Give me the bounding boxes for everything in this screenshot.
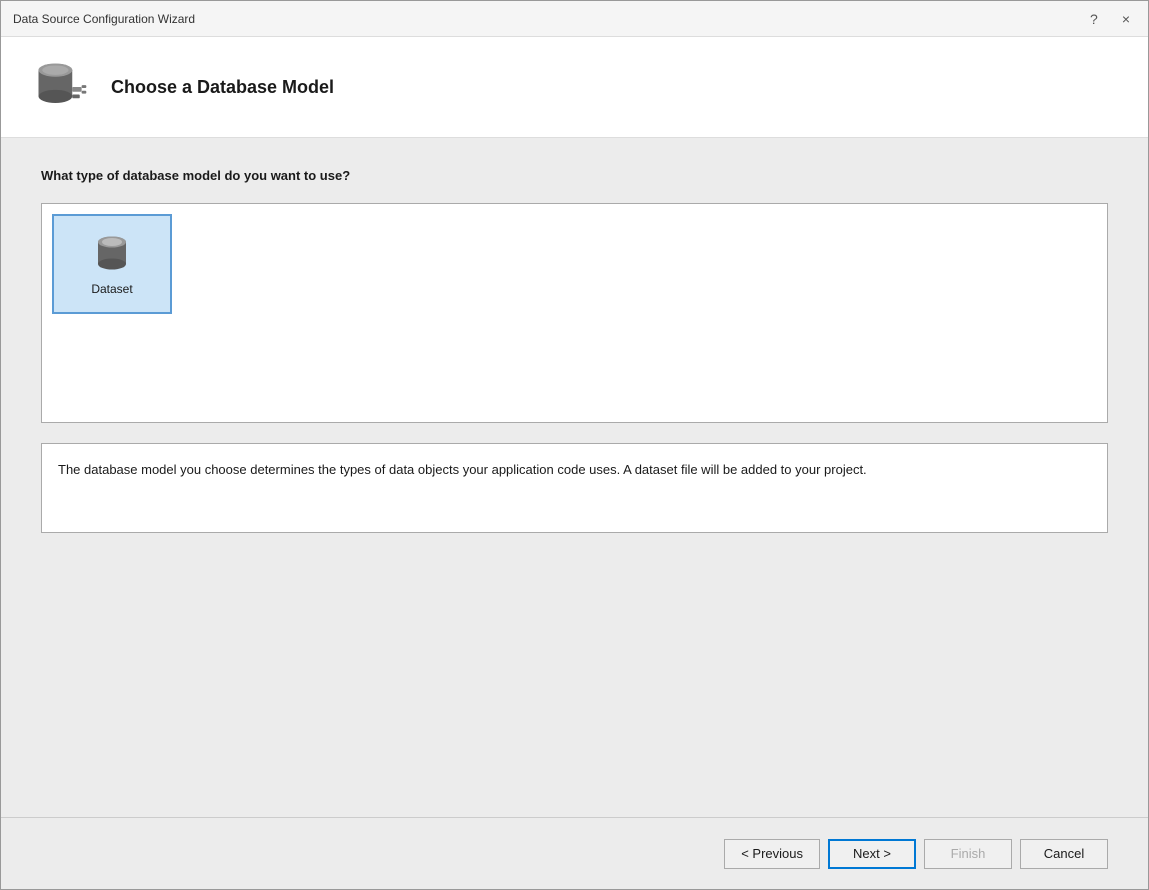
- question-label: What type of database model do you want …: [41, 168, 1108, 183]
- title-bar: Data Source Configuration Wizard ? ×: [1, 1, 1148, 37]
- model-item-dataset-label: Dataset: [91, 282, 132, 296]
- database-plug-icon: [31, 57, 91, 117]
- main-content: What type of database model do you want …: [1, 138, 1148, 817]
- header-icon: [31, 57, 91, 117]
- description-text: The database model you choose determines…: [58, 462, 867, 477]
- next-button[interactable]: Next >: [828, 839, 916, 869]
- cancel-button[interactable]: Cancel: [1020, 839, 1108, 869]
- footer: < Previous Next > Finish Cancel: [1, 817, 1148, 889]
- title-bar-left: Data Source Configuration Wizard: [13, 12, 195, 26]
- close-button[interactable]: ×: [1116, 10, 1136, 28]
- dialog-window: Data Source Configuration Wizard ? ×: [0, 0, 1149, 890]
- model-selection-box: Dataset: [41, 203, 1108, 423]
- header-section: Choose a Database Model: [1, 37, 1148, 138]
- title-bar-controls: ? ×: [1084, 10, 1136, 28]
- description-box: The database model you choose determines…: [41, 443, 1108, 533]
- help-button[interactable]: ?: [1084, 10, 1104, 28]
- dataset-icon: [92, 232, 132, 276]
- finish-button[interactable]: Finish: [924, 839, 1012, 869]
- model-item-dataset[interactable]: Dataset: [52, 214, 172, 314]
- header-title: Choose a Database Model: [111, 77, 334, 98]
- previous-button[interactable]: < Previous: [724, 839, 820, 869]
- window-title: Data Source Configuration Wizard: [13, 12, 195, 26]
